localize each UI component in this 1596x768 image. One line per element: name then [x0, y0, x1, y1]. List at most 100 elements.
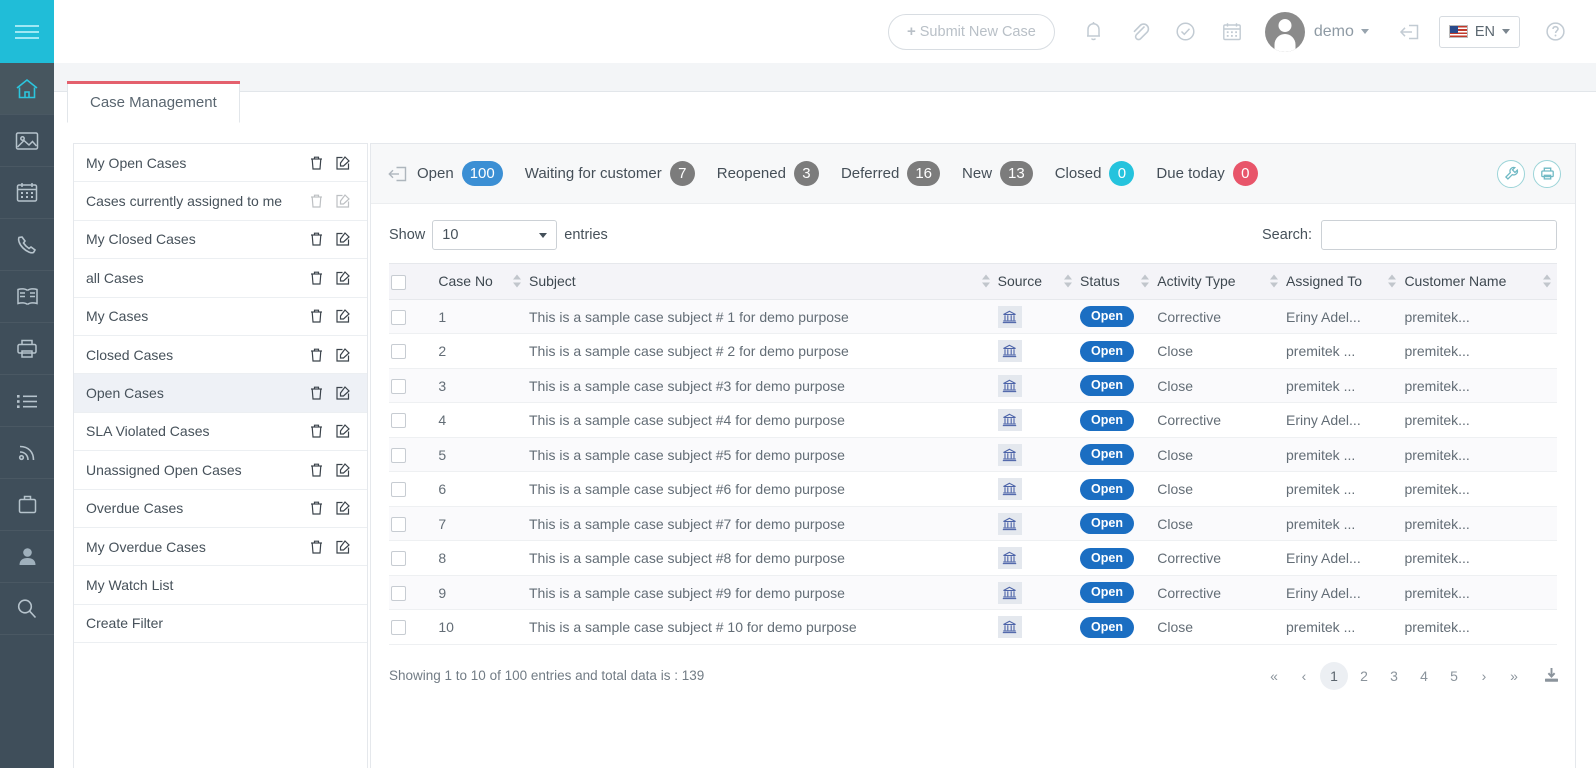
tasks-button[interactable] — [1163, 12, 1209, 52]
download-button[interactable] — [1542, 666, 1561, 685]
page-3[interactable]: 3 — [1380, 662, 1408, 690]
sort-icon[interactable] — [1543, 274, 1551, 288]
rail-item-briefcase[interactable] — [0, 479, 54, 531]
rail-item-knowledge-base[interactable] — [0, 271, 54, 323]
trash-icon[interactable] — [309, 270, 324, 286]
page-4[interactable]: 4 — [1410, 662, 1438, 690]
rail-item-print[interactable] — [0, 323, 54, 375]
row-checkbox[interactable] — [391, 585, 406, 601]
row-checkbox[interactable] — [391, 620, 406, 636]
edit-icon[interactable] — [335, 270, 351, 286]
stat-waiting-for-customer[interactable]: Waiting for customer 7 — [525, 161, 695, 186]
table-row[interactable]: 6 This is a sample case subject #6 for de… — [389, 471, 1557, 507]
col-header-activity-type[interactable]: Activity Type — [1155, 263, 1284, 300]
table-row[interactable]: 10 This is a sample case subject # 10 for… — [389, 609, 1557, 645]
stat-new[interactable]: New 13 — [962, 161, 1033, 186]
trash-icon[interactable] — [309, 347, 324, 363]
filter-item-5[interactable]: Closed Cases — [74, 336, 367, 375]
rail-item-profile[interactable] — [0, 531, 54, 583]
row-checkbox[interactable] — [391, 309, 406, 325]
edit-icon[interactable] — [335, 539, 351, 555]
row-checkbox[interactable] — [391, 447, 406, 463]
page-last[interactable]: » — [1500, 662, 1528, 690]
edit-icon[interactable] — [335, 193, 351, 209]
stat-closed[interactable]: Closed 0 — [1055, 161, 1135, 186]
edit-icon[interactable] — [335, 385, 351, 401]
sort-icon[interactable] — [981, 274, 990, 288]
hamburger-menu-button[interactable] — [0, 0, 54, 63]
edit-icon[interactable] — [335, 155, 351, 171]
filter-item-8[interactable]: Unassigned Open Cases — [74, 451, 367, 490]
table-row[interactable]: 3 This is a sample case subject #3 for de… — [389, 368, 1557, 404]
filter-item-10[interactable]: My Overdue Cases — [74, 528, 367, 567]
attachments-button[interactable] — [1117, 12, 1163, 52]
trash-icon[interactable] — [309, 500, 324, 516]
help-button[interactable] — [1532, 12, 1578, 52]
filter-item-1[interactable]: Cases currently assigned to me — [74, 182, 367, 221]
trash-icon[interactable] — [309, 423, 324, 439]
filter-item-create[interactable]: Create Filter — [74, 605, 367, 644]
edit-icon[interactable] — [335, 462, 351, 478]
rail-item-images[interactable] — [0, 115, 54, 167]
row-checkbox[interactable] — [391, 378, 406, 394]
stat-open[interactable]: Open 100 — [417, 161, 503, 186]
language-selector[interactable]: EN — [1438, 15, 1520, 48]
rail-item-feed[interactable] — [0, 427, 54, 479]
row-checkbox[interactable] — [391, 413, 406, 429]
filter-item-11[interactable]: My Watch List — [74, 566, 367, 605]
col-header-case-no[interactable]: Case No — [436, 263, 527, 300]
edit-icon[interactable] — [335, 231, 351, 247]
rail-item-list[interactable] — [0, 375, 54, 427]
sort-icon[interactable] — [513, 274, 521, 288]
filter-item-2[interactable]: My Closed Cases — [74, 221, 367, 260]
print-button[interactable] — [1533, 159, 1561, 188]
notifications-button[interactable] — [1071, 12, 1117, 52]
entries-select[interactable]: 102550100 — [432, 220, 558, 250]
edit-icon[interactable] — [335, 500, 351, 516]
filter-item-6[interactable]: Open Cases — [74, 374, 367, 413]
settings-button[interactable] — [1497, 159, 1525, 188]
rail-item-calendar[interactable] — [0, 167, 54, 219]
table-row[interactable]: 4 This is a sample case subject #4 for de… — [389, 402, 1557, 438]
stat-due-today[interactable]: Due today 0 — [1156, 161, 1258, 186]
rail-item-search[interactable] — [0, 583, 54, 635]
col-header-status[interactable]: Status — [1078, 263, 1156, 300]
page-1[interactable]: 1 — [1320, 661, 1348, 690]
row-checkbox[interactable] — [391, 344, 406, 360]
trash-icon[interactable] — [309, 155, 324, 171]
trash-icon[interactable] — [309, 539, 324, 555]
table-row[interactable]: 1 This is a sample case subject # 1 for d… — [389, 299, 1557, 335]
sort-icon[interactable] — [1141, 274, 1150, 288]
edit-icon[interactable] — [335, 347, 351, 363]
collapse-panel-button[interactable] — [379, 164, 417, 184]
trash-icon[interactable] — [309, 385, 324, 401]
stat-deferred[interactable]: Deferred 16 — [841, 161, 941, 186]
page-first[interactable]: « — [1260, 662, 1288, 690]
sort-icon[interactable] — [1388, 274, 1397, 288]
col-header-subject[interactable]: Subject — [527, 263, 996, 300]
page-5[interactable]: 5 — [1440, 662, 1468, 690]
table-row[interactable]: 5 This is a sample case subject #5 for de… — [389, 437, 1557, 473]
trash-icon[interactable] — [309, 231, 324, 247]
select-all-checkbox[interactable] — [391, 274, 406, 290]
trash-icon[interactable] — [309, 462, 324, 478]
edit-icon[interactable] — [335, 308, 351, 324]
row-checkbox[interactable] — [391, 516, 406, 532]
trash-icon[interactable] — [309, 308, 324, 324]
rail-item-phone[interactable] — [0, 219, 54, 271]
table-row[interactable]: 7 This is a sample case subject #7 for de… — [389, 506, 1557, 542]
row-checkbox[interactable] — [391, 551, 406, 567]
row-checkbox[interactable] — [391, 482, 406, 498]
filter-item-3[interactable]: all Cases — [74, 259, 367, 298]
table-row[interactable]: 2 This is a sample case subject # 2 for d… — [389, 333, 1557, 369]
edit-icon[interactable] — [335, 423, 351, 439]
filter-item-0[interactable]: My Open Cases — [74, 144, 367, 183]
logout-button[interactable] — [1387, 12, 1433, 52]
table-row[interactable]: 9 This is a sample case subject #9 for de… — [389, 575, 1557, 611]
trash-icon[interactable] — [309, 193, 324, 209]
table-row[interactable]: 8 This is a sample case subject #8 for de… — [389, 540, 1557, 576]
sort-icon[interactable] — [1270, 274, 1278, 288]
stat-reopened[interactable]: Reopened 3 — [717, 161, 819, 186]
page-next[interactable]: › — [1470, 662, 1498, 690]
page-prev[interactable]: ‹ — [1290, 662, 1318, 690]
